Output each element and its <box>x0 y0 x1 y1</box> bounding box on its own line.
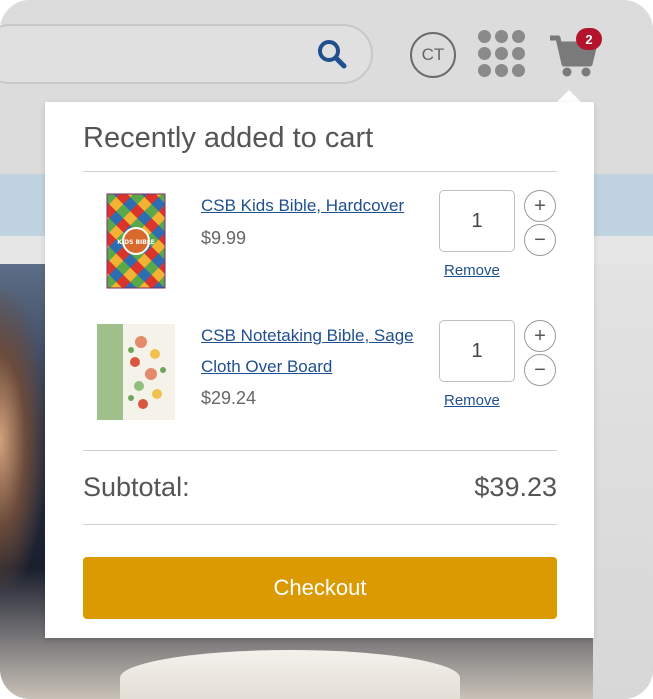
grid-icon-dot <box>512 30 525 43</box>
hero-cup <box>120 650 460 699</box>
grid-icon-dot <box>478 47 491 60</box>
search-icon <box>318 40 347 69</box>
page-side-panel <box>593 264 653 699</box>
cart-dropdown-title: Recently added to cart <box>83 122 374 154</box>
cart-item: KIDS BIBLE CSB Kids Bible, Hardcover $9.… <box>83 190 557 300</box>
grid-icon-dot <box>478 30 491 43</box>
cover-label: KIDS BIBLE <box>117 239 155 246</box>
grid-icon-dot <box>478 64 491 77</box>
grid-icon-dot <box>512 47 525 60</box>
grid-icon-dot <box>495 47 508 60</box>
product-price: $9.99 <box>201 228 247 248</box>
product-name-link[interactable]: CSB Kids Bible, Hardcover <box>201 190 421 221</box>
product-thumbnail: KIDS BIBLE <box>106 193 166 289</box>
grid-icon-dot <box>495 64 508 77</box>
hero-image-detail <box>0 290 45 590</box>
product-price: $29.24 <box>201 388 257 408</box>
cart-dropdown: Recently added to cart KIDS BIBLE CSB Ki… <box>45 102 594 638</box>
subtotal-value: $39.23 <box>474 472 557 502</box>
checkout-button[interactable]: Checkout <box>83 557 557 619</box>
cart-item: CSB Notetaking Bible, Sage Cloth Over Bo… <box>83 320 557 430</box>
increment-button[interactable]: + <box>524 190 556 222</box>
grid-icon-dot <box>495 30 508 43</box>
apps-menu-button[interactable] <box>478 30 526 78</box>
screen-frame: CT 2 Recently added to cart KIDS BIBLE C… <box>0 0 653 699</box>
product-thumbnail <box>97 324 175 420</box>
search-button[interactable] <box>310 32 354 76</box>
account-avatar[interactable]: CT <box>410 32 456 78</box>
quantity-input[interactable] <box>439 320 515 382</box>
quantity-input[interactable] <box>439 190 515 252</box>
cart-count-badge: 2 <box>576 28 602 50</box>
divider <box>83 524 557 525</box>
decrement-button[interactable]: − <box>524 354 556 386</box>
grid-icon-dot <box>512 64 525 77</box>
site-header: CT 2 <box>0 0 653 100</box>
subtotal-label: Subtotal: <box>83 472 190 502</box>
remove-link[interactable]: Remove <box>444 392 500 409</box>
product-name-link[interactable]: CSB Notetaking Bible, Sage Cloth Over Bo… <box>201 320 421 382</box>
divider <box>83 450 557 451</box>
remove-link[interactable]: Remove <box>444 262 500 279</box>
divider <box>83 171 557 172</box>
increment-button[interactable]: + <box>524 320 556 352</box>
dropdown-caret <box>557 90 581 102</box>
decrement-button[interactable]: − <box>524 224 556 256</box>
